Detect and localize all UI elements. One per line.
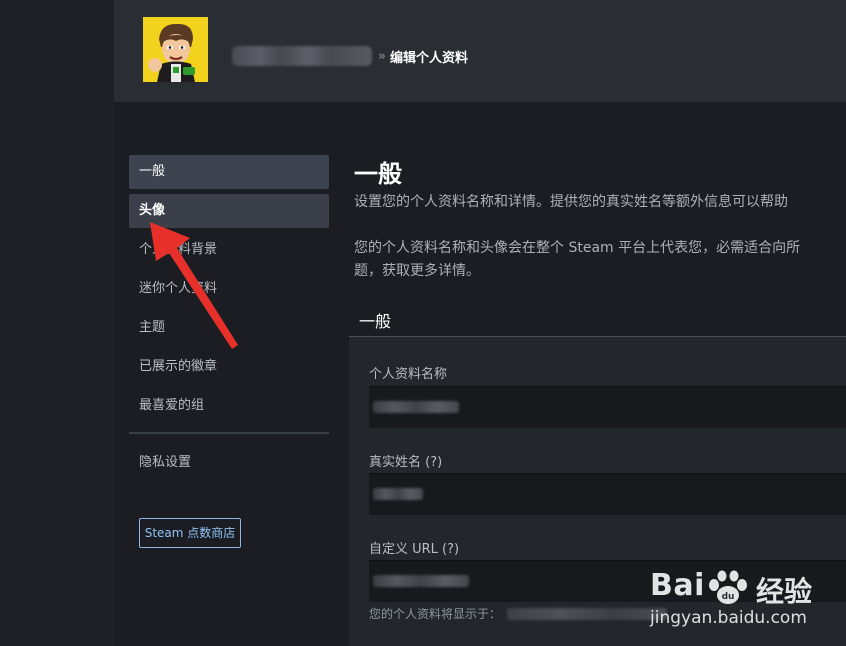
description-line-1: 设置您的个人资料名称和详情。提供您的真实姓名等额外信息可以帮助 <box>354 194 788 210</box>
section-title: 一般 <box>359 312 392 331</box>
sidebar-item-mini-profile[interactable]: 迷你个人资料 <box>129 272 329 306</box>
sidebar-item-privacy[interactable]: 隐私设置 <box>129 446 329 480</box>
left-gutter <box>0 0 114 646</box>
profile-header: » 编辑个人资料 <box>114 0 846 102</box>
profile-name-value-redacted <box>373 401 459 413</box>
paw-logo-icon: du <box>709 570 747 604</box>
profile-name-label: 个人资料名称 <box>369 367 448 382</box>
custom-url-label: 自定义 URL (?) <box>369 542 460 557</box>
breadcrumb-current: 编辑个人资料 <box>389 50 468 66</box>
custom-url-value-redacted <box>373 575 469 587</box>
avatar[interactable] <box>143 17 208 82</box>
page-title: 一般 <box>354 160 402 188</box>
url-hint-text: 您的个人资料将显示于： <box>369 607 502 621</box>
description-line-3: 题，获取更多详情。 <box>354 263 480 279</box>
breadcrumb: » 编辑个人资料 <box>232 46 468 66</box>
sidebar-item-general[interactable]: 一般 <box>129 155 329 189</box>
real-name-input[interactable] <box>369 473 846 515</box>
watermark-brand: Bai <box>650 568 705 603</box>
profile-name-redacted[interactable] <box>232 46 372 66</box>
profile-name-input[interactable] <box>369 386 846 428</box>
sidebar-item-favorite-group[interactable]: 最喜爱的组 <box>129 389 329 423</box>
real-name-label: 真实姓名 (?) <box>369 455 443 470</box>
watermark-url: jingyan.baidu.com <box>650 608 807 628</box>
sidebar-item-featured-badge[interactable]: 已展示的徽章 <box>129 350 329 384</box>
breadcrumb-separator: » <box>378 48 386 64</box>
real-name-value-redacted <box>373 488 423 500</box>
description-line-2: 您的个人资料名称和头像会在整个 Steam 平台上代表您，必需适合向所 <box>354 240 801 256</box>
sidebar-divider <box>129 432 329 434</box>
watermark-jingyan: 经验 <box>756 575 813 608</box>
sidebar-item-theme[interactable]: 主题 <box>129 311 329 345</box>
avatar-cartoon-icon <box>143 17 208 82</box>
sidebar-item-avatar[interactable]: 头像 <box>129 194 329 228</box>
baidu-watermark: Bai du 经验 jingyan.baidu.com <box>648 566 846 646</box>
settings-sidebar: 一般 头像 个人资料背景 迷你个人资料 主题 已展示的徽章 最喜爱的组 隐私设置 <box>129 155 329 485</box>
points-shop-button[interactable]: Steam 点数商店 <box>139 518 241 548</box>
svg-text:du: du <box>722 592 735 602</box>
main-content: 一般 设置您的个人资料名称和详情。提供您的真实姓名等额外信息可以帮助 您的个人资… <box>354 160 846 279</box>
section-header: 一般 <box>349 302 846 337</box>
url-hint-value-redacted <box>507 607 668 620</box>
url-hint: 您的个人资料将显示于： <box>369 605 668 622</box>
sidebar-item-profile-background[interactable]: 个人资料背景 <box>129 233 329 267</box>
